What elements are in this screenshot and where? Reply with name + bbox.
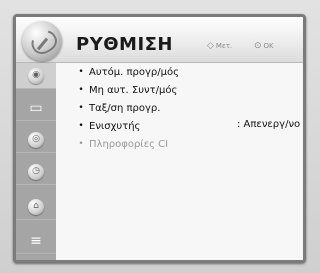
menu-title: ΡΥΘΜΙΣΗ [76,34,173,55]
sidebar-item-time[interactable]: ◷ [16,159,56,185]
menu-header: ΡΥΘΜΙΣΗ ◇ Μετ. ⊙ OK [16,17,303,63]
bullet: • [78,103,84,113]
menu-content: • Αυτόμ. προγρ/μός • Μη αυτ. Συντ/μός • … [56,63,303,260]
menu-item-label: Μη αυτ. Συντ/μός [89,84,178,96]
bullet: • [78,85,84,95]
sidebar-item-lock[interactable]: ⌂ [16,194,56,220]
menu-item-auto-tuning[interactable]: • Αυτόμ. προγρ/μός [56,64,303,80]
display-icon: ▭ [29,99,43,116]
menu-item-manual-tuning[interactable]: • Μη αυτ. Συντ/μός [56,82,303,98]
menu-item-ci-information: • Πληροφορίες CI [56,136,303,152]
ok-hint: ⊙ OK [254,41,274,51]
navigation-arrows-icon: ◇ [207,41,214,51]
tv-screen: ΡΥΘΜΙΣΗ ◇ Μετ. ⊙ OK ◉ ▭ ◎ ◷ ⌂ ≡ • Αυτόμ.… [0,0,320,273]
sidebar-item-options[interactable]: ≡ [16,228,56,254]
options-icon: ≡ [30,232,42,249]
booster-value: : Απενεργ/νο [237,119,301,130]
bullet: • [78,139,84,149]
bullet: • [78,121,84,131]
satellite-icon: ◉ [28,67,44,84]
sidebar-item-picture[interactable]: ▭ [16,95,56,121]
audio-icon: ◎ [28,131,44,148]
menu-item-booster[interactable]: • Ενισχυτής : Απενεργ/νο [56,118,303,134]
bullet: • [78,67,84,77]
menu-item-label: Ταξ/ση προγρ. [89,102,161,114]
sidebar-item-audio[interactable]: ◎ [16,127,56,153]
menu-item-label: Πληροφορίες CI [89,138,169,150]
satellite-dish-icon [22,21,62,61]
move-hint: ◇ Μετ. [207,41,232,51]
menu-item-programme-edit[interactable]: • Ταξ/ση προγρ. [56,100,303,116]
lock-icon: ⌂ [28,198,44,215]
sidebar-item-setup[interactable]: ◉ [16,63,56,89]
clock-icon: ◷ [28,163,44,180]
move-hint-label: Μετ. [215,42,233,50]
category-sidebar: ◉ ▭ ◎ ◷ ⌂ ≡ [16,63,56,260]
ok-hint-label: OK [263,42,274,50]
setup-menu-panel: ΡΥΘΜΙΣΗ ◇ Μετ. ⊙ OK ◉ ▭ ◎ ◷ ⌂ ≡ • Αυτόμ.… [16,17,303,260]
menu-item-label: Αυτόμ. προγρ/μός [89,66,179,78]
ok-button-icon: ⊙ [254,41,262,51]
menu-item-label: Ενισχυτής [89,120,141,132]
